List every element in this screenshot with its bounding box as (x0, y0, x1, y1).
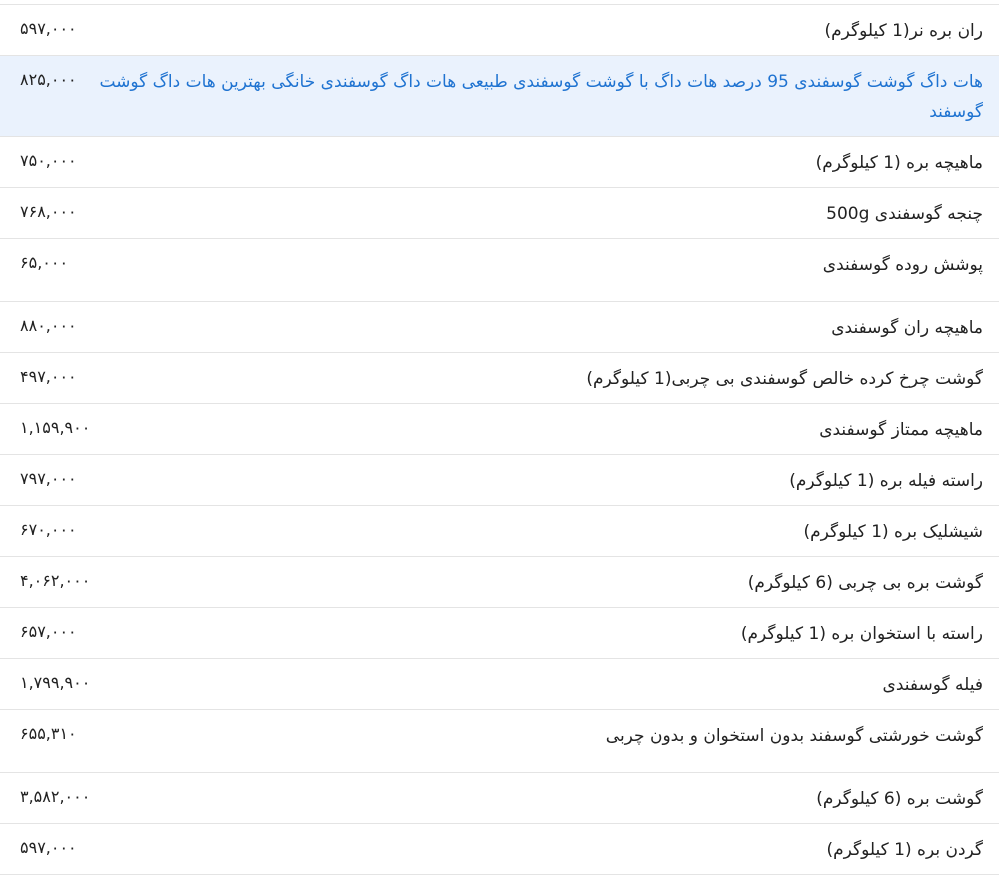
product-price: ۷۵۰,۰۰۰ (20, 151, 77, 170)
table-row[interactable]: ماهیچه بره (1 کیلوگرم) ۷۵۰,۰۰۰ (0, 137, 999, 188)
table-row-highlighted[interactable]: هات داگ گوشت گوسفندی 95 درصد هات داگ با … (0, 56, 999, 137)
product-name[interactable]: گوشت چرخ کرده خالص گوسفندی بی چربی(1 کیل… (586, 364, 983, 403)
product-price: ۵۹۷,۰۰۰ (20, 838, 77, 857)
table-row[interactable]: پوشش روده گوسفندی ۶۵,۰۰۰ (0, 239, 999, 302)
product-name[interactable]: فیله گوسفندی (883, 670, 983, 709)
table-row[interactable]: ماهیچه ممتاز گوسفندی ۱,۱۵۹,۹۰۰ (0, 404, 999, 455)
table-row[interactable]: شیشلیک بره (1 کیلوگرم) ۶۷۰,۰۰۰ (0, 506, 999, 557)
table-row[interactable]: گردن بره (1 کیلوگرم) ۵۹۷,۰۰۰ (0, 824, 999, 875)
product-price: ۳,۵۸۲,۰۰۰ (20, 787, 91, 806)
product-price: ۸۸۰,۰۰۰ (20, 316, 77, 335)
product-name[interactable]: گوشت بره بی چربی (6 کیلوگرم) (748, 568, 983, 607)
product-name[interactable]: راسته با استخوان بره (1 کیلوگرم) (741, 619, 983, 658)
product-name[interactable]: ران بره نر(1 کیلوگرم) (825, 16, 984, 55)
product-name[interactable]: پوشش روده گوسفندی (823, 250, 983, 301)
product-price: ۷۹۷,۰۰۰ (20, 469, 77, 488)
table-row[interactable]: راسته با استخوان بره (1 کیلوگرم) ۶۵۷,۰۰۰ (0, 608, 999, 659)
product-price: ۶۵,۰۰۰ (20, 253, 69, 272)
table-row[interactable]: فیله گوسفندی ۱,۷۹۹,۹۰۰ (0, 659, 999, 710)
product-price: ۶۵۷,۰۰۰ (20, 622, 77, 641)
product-price: ۱,۷۹۹,۹۰۰ (20, 673, 91, 692)
product-name-link[interactable]: هات داگ گوشت گوسفندی 95 درصد هات داگ با … (93, 67, 983, 136)
product-price: ۵۹۷,۰۰۰ (20, 19, 77, 38)
table-row[interactable]: ران بره نر(1 کیلوگرم) ۵۹۷,۰۰۰ (0, 5, 999, 56)
table-row[interactable]: چنجه گوسفندی 500g ۷۶۸,۰۰۰ (0, 188, 999, 239)
product-price: ۶۵۵,۳۱۰ (20, 724, 77, 743)
price-table: ران بره نر(1 کیلوگرم) ۵۹۷,۰۰۰ هات داگ گو… (0, 0, 999, 875)
product-name[interactable]: چنجه گوسفندی 500g (826, 199, 983, 238)
product-name[interactable]: راسته فیله بره (1 کیلوگرم) (789, 466, 983, 505)
product-name[interactable]: ماهیچه ممتاز گوسفندی (819, 415, 983, 454)
product-price: ۱,۱۵۹,۹۰۰ (20, 418, 91, 437)
table-row[interactable]: گوشت چرخ کرده خالص گوسفندی بی چربی(1 کیل… (0, 353, 999, 404)
product-price: ۶۷۰,۰۰۰ (20, 520, 77, 539)
product-name[interactable]: شیشلیک بره (1 کیلوگرم) (804, 517, 983, 556)
product-price: ۴۹۷,۰۰۰ (20, 367, 77, 386)
table-row[interactable]: گوشت بره بی چربی (6 کیلوگرم) ۴,۰۶۲,۰۰۰ (0, 557, 999, 608)
product-price: ۸۲۵,۰۰۰ (20, 70, 77, 89)
product-name[interactable]: گردن بره (1 کیلوگرم) (827, 835, 984, 874)
product-name[interactable]: گوشت بره (6 کیلوگرم) (816, 784, 983, 823)
product-price: ۴,۰۶۲,۰۰۰ (20, 571, 91, 590)
product-price: ۷۶۸,۰۰۰ (20, 202, 77, 221)
product-name[interactable]: ماهیچه بره (1 کیلوگرم) (816, 148, 983, 187)
table-row[interactable]: گوشت بره (6 کیلوگرم) ۳,۵۸۲,۰۰۰ (0, 773, 999, 824)
product-name[interactable]: گوشت خورشتی گوسفند بدون استخوان و بدون چ… (606, 721, 983, 772)
table-row[interactable]: ماهیچه ران گوسفندی ۸۸۰,۰۰۰ (0, 302, 999, 353)
table-row[interactable]: گوشت خورشتی گوسفند بدون استخوان و بدون چ… (0, 710, 999, 773)
table-row[interactable]: راسته فیله بره (1 کیلوگرم) ۷۹۷,۰۰۰ (0, 455, 999, 506)
product-name[interactable]: ماهیچه ران گوسفندی (831, 313, 983, 352)
